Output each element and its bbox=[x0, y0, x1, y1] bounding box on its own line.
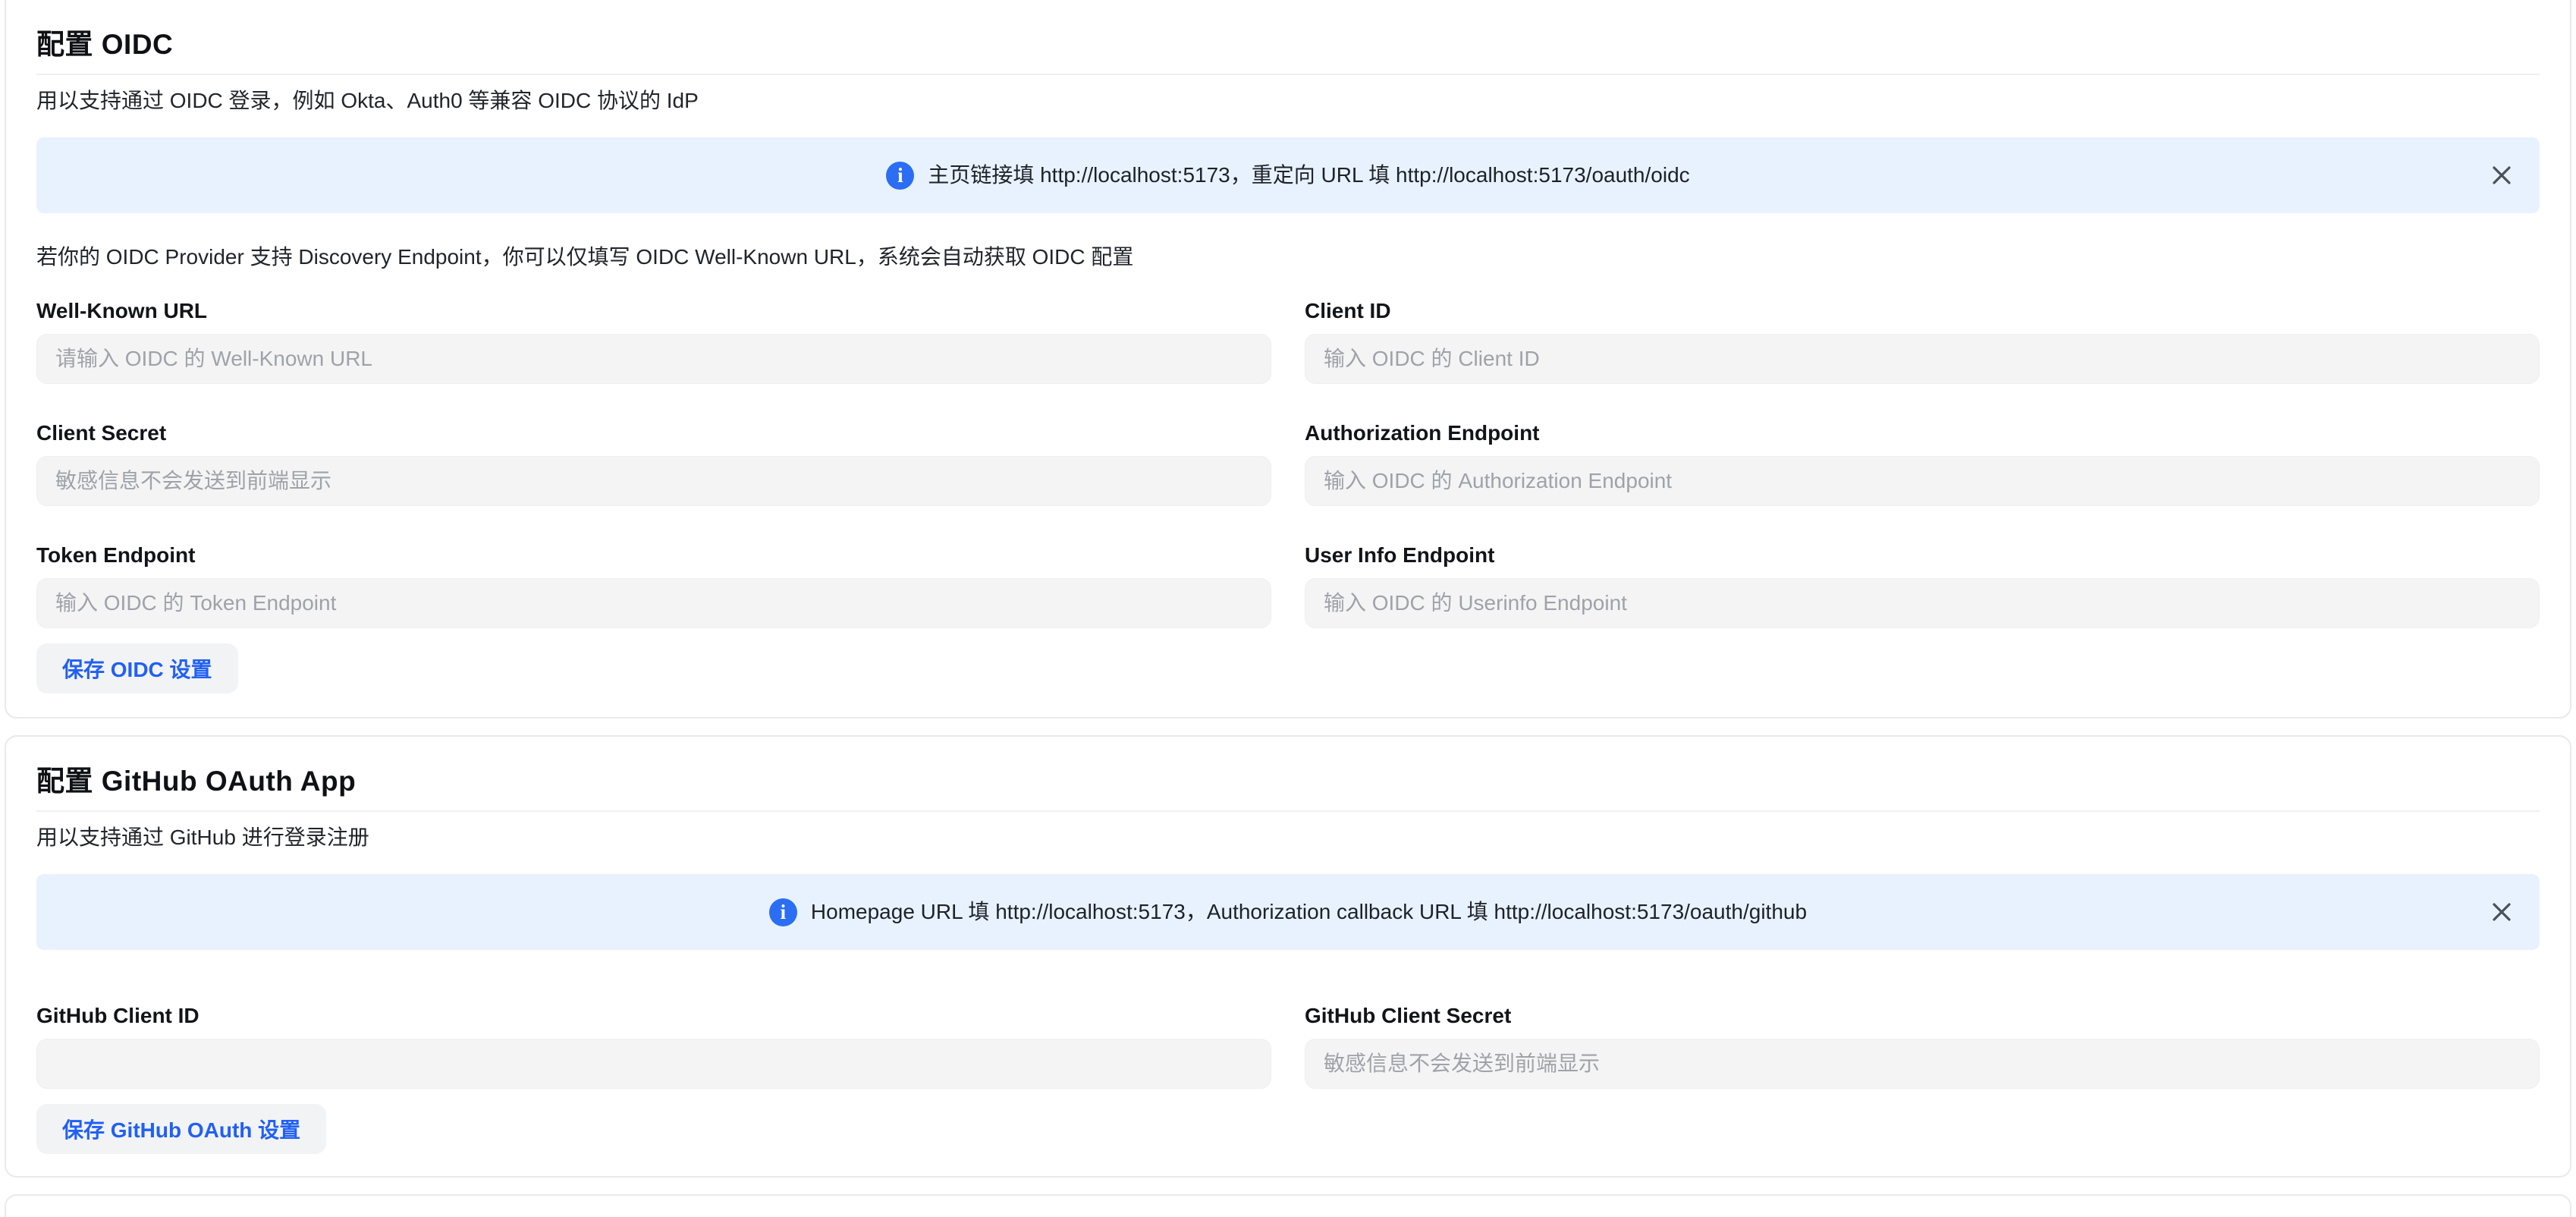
token-endpoint-label: Token Endpoint bbox=[36, 542, 1271, 568]
userinfo-endpoint-label: User Info Endpoint bbox=[1305, 542, 2540, 568]
info-icon: i bbox=[769, 898, 797, 926]
save-github-oauth-button[interactable]: 保存 GitHub OAuth 设置 bbox=[36, 1104, 326, 1154]
field-userinfo-endpoint: User Info Endpoint bbox=[1305, 542, 2540, 628]
next-settings-card-partial bbox=[5, 1194, 2571, 1217]
github-form: GitHub Client ID GitHub Client Secret bbox=[36, 1003, 2540, 1089]
divider bbox=[36, 810, 2540, 812]
field-client-id: Client ID bbox=[1305, 298, 2540, 384]
token-endpoint-input[interactable] bbox=[36, 578, 1271, 628]
github-client-secret-label: GitHub Client Secret bbox=[1305, 1003, 2540, 1029]
oidc-info-banner: i 主页链接填 http://localhost:5173，重定向 URL 填 … bbox=[36, 137, 2540, 213]
github-client-id-label: GitHub Client ID bbox=[36, 1003, 1271, 1029]
client-secret-input[interactable] bbox=[36, 456, 1271, 506]
oidc-section-title: 配置 OIDC bbox=[36, 30, 2540, 58]
github-client-secret-input[interactable] bbox=[1305, 1039, 2540, 1089]
authorization-endpoint-label: Authorization Endpoint bbox=[1305, 420, 2540, 446]
oidc-section-subtitle: 用以支持通过 OIDC 登录，例如 Okta、Auth0 等兼容 OIDC 协议… bbox=[36, 90, 2540, 112]
well-known-url-input[interactable] bbox=[36, 334, 1271, 384]
field-authorization-endpoint: Authorization Endpoint bbox=[1305, 420, 2540, 506]
field-github-client-id: GitHub Client ID bbox=[36, 1003, 1271, 1089]
github-info-banner: i Homepage URL 填 http://localhost:5173，A… bbox=[36, 874, 2540, 950]
field-github-client-secret: GitHub Client Secret bbox=[1305, 1003, 2540, 1089]
oidc-discovery-hint: 若你的 OIDC Provider 支持 Discovery Endpoint，… bbox=[36, 247, 2540, 268]
github-section-subtitle: 用以支持通过 GitHub 进行登录注册 bbox=[36, 827, 2540, 848]
client-id-input[interactable] bbox=[1305, 334, 2540, 384]
github-oauth-settings-card: 配置 GitHub OAuth App 用以支持通过 GitHub 进行登录注册… bbox=[5, 735, 2571, 1178]
github-client-id-input[interactable] bbox=[36, 1039, 1271, 1089]
divider bbox=[36, 74, 2540, 75]
oidc-settings-card: 配置 OIDC 用以支持通过 OIDC 登录，例如 Okta、Auth0 等兼容… bbox=[5, 0, 2571, 719]
oidc-banner-text: 主页链接填 http://localhost:5173，重定向 URL 填 ht… bbox=[928, 165, 1689, 186]
close-icon[interactable] bbox=[2486, 160, 2517, 190]
authorization-endpoint-input[interactable] bbox=[1305, 456, 2540, 506]
field-token-endpoint: Token Endpoint bbox=[36, 542, 1271, 628]
client-id-label: Client ID bbox=[1305, 298, 2540, 324]
info-icon: i bbox=[886, 162, 914, 190]
oidc-form: Well-Known URL Client ID Client Secret A… bbox=[36, 298, 2540, 628]
field-well-known-url: Well-Known URL bbox=[36, 298, 1271, 384]
github-section-title: 配置 GitHub OAuth App bbox=[36, 767, 2540, 795]
github-banner-text: Homepage URL 填 http://localhost:5173，Aut… bbox=[811, 901, 1807, 923]
save-oidc-button[interactable]: 保存 OIDC 设置 bbox=[36, 643, 238, 693]
client-secret-label: Client Secret bbox=[36, 420, 1271, 446]
field-client-secret: Client Secret bbox=[36, 420, 1271, 506]
userinfo-endpoint-input[interactable] bbox=[1305, 578, 2540, 628]
well-known-url-label: Well-Known URL bbox=[36, 298, 1271, 324]
close-icon[interactable] bbox=[2486, 897, 2517, 927]
